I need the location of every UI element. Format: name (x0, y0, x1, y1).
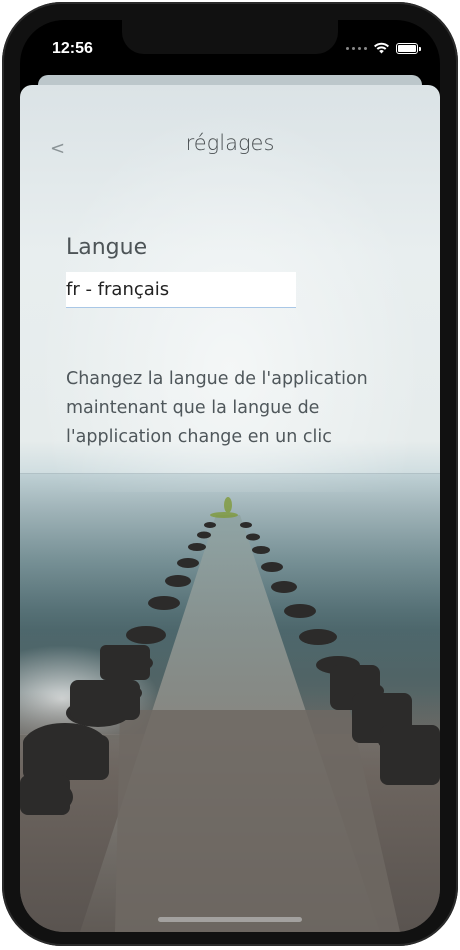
settings-sheet: < réglages Langue Changez la langue de l… (20, 85, 440, 932)
jetty-background-image (20, 497, 440, 932)
status-time: 12:56 (52, 40, 93, 57)
signal-dots-icon (346, 46, 367, 50)
description-text: Changez la langue de l'application maint… (66, 369, 368, 447)
status-icons (346, 42, 421, 54)
home-indicator (158, 917, 302, 922)
page-title: réglages (185, 131, 275, 155)
language-label: Langue (66, 235, 148, 260)
wifi-icon (374, 42, 389, 54)
screen: 12:56 < réglages Langue fr - français Ch… (20, 20, 440, 932)
phone-frame: 12:56 < réglages Langue fr - français Ch… (2, 2, 458, 946)
notch (122, 20, 338, 54)
battery-icon (396, 42, 421, 54)
language-input[interactable] (66, 272, 296, 308)
